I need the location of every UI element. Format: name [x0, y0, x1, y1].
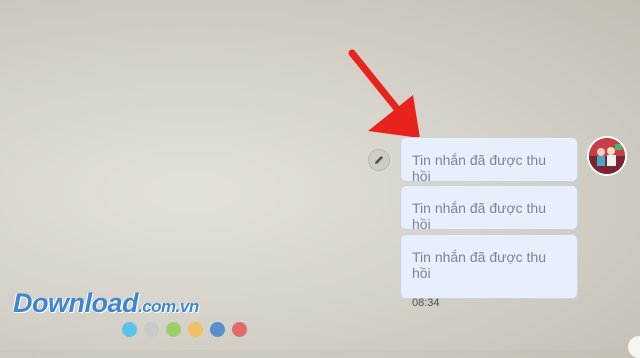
scroll-button[interactable] [628, 336, 640, 358]
red-arrow-annotation [348, 49, 420, 138]
message-text: Tin nhắn đã được thu hồi [412, 152, 547, 184]
recalled-message[interactable]: Tin nhắn đã được thu hồi 08:34 [400, 234, 578, 309]
pencil-icon[interactable] [368, 149, 390, 171]
watermark-dots [122, 322, 247, 337]
watermark-dot [210, 322, 225, 337]
recalled-message[interactable]: Tin nhắn đã được thu hồi [400, 185, 578, 232]
watermark-logo: Download.com.vn [13, 288, 199, 319]
recalled-message[interactable]: Tin nhắn đã được thu hồi [400, 137, 578, 184]
message-timestamp: 08:34 [412, 297, 440, 309]
message-text: Tin nhắn đã được thu hồi [412, 249, 547, 281]
avatar-image [589, 138, 625, 174]
watermark-dot [188, 322, 203, 337]
watermark-dot [122, 322, 137, 337]
user-avatar[interactable] [587, 136, 627, 176]
message-text: Tin nhắn đã được thu hồi [412, 200, 547, 232]
watermark-dot [144, 322, 159, 337]
watermark-dot [166, 322, 181, 337]
pencil-glyph [375, 156, 383, 164]
watermark-domain: .com.vn [138, 297, 199, 316]
watermark-dot [232, 322, 247, 337]
watermark-brand: Download [13, 288, 139, 318]
